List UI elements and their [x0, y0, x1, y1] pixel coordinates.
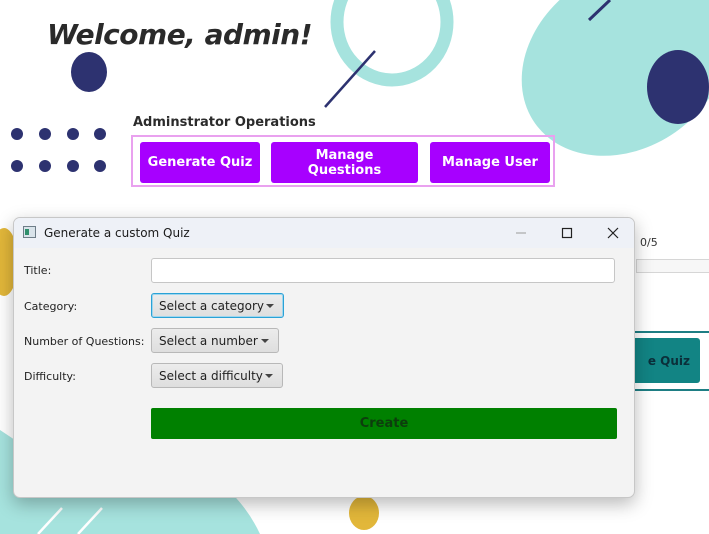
number-of-questions-label: Number of Questions: — [24, 335, 145, 348]
welcome-heading: Welcome, admin! — [47, 18, 312, 51]
difficulty-select[interactable]: Select a difficulty — [151, 363, 283, 388]
minimize-icon — [516, 232, 526, 234]
difficulty-select-value: Select a difficulty — [159, 368, 263, 383]
progress-count: 0/5 — [640, 236, 658, 249]
app-icon — [23, 226, 36, 238]
dot-grid — [11, 128, 106, 172]
maximize-button[interactable] — [544, 218, 590, 248]
dialog-titlebar[interactable]: Generate a custom Quiz — [14, 218, 634, 248]
dialog-title: Generate a custom Quiz — [44, 226, 190, 240]
minimize-button[interactable] — [498, 218, 544, 248]
category-select[interactable]: Select a category — [151, 293, 284, 318]
category-label: Category: — [24, 300, 78, 313]
progress-bar — [636, 259, 709, 273]
navy-circle-left — [71, 52, 107, 92]
create-button[interactable]: Create — [151, 408, 617, 439]
number-select-value: Select a number — [159, 333, 258, 348]
number-select[interactable]: Select a number — [151, 328, 279, 353]
navy-oval-right — [647, 50, 709, 124]
manage-user-button[interactable]: Manage User — [430, 142, 550, 183]
close-icon — [607, 227, 619, 239]
operations-label: Adminstrator Operations — [133, 115, 316, 130]
chevron-down-icon — [265, 374, 273, 378]
generate-quiz-button[interactable]: Generate Quiz — [140, 142, 260, 183]
chevron-down-icon — [261, 339, 269, 343]
generate-quiz-dialog: Generate a custom Quiz Title: Category: … — [13, 217, 635, 498]
mustard-circle-bottom — [349, 496, 379, 530]
title-label: Title: — [24, 264, 52, 277]
title-input[interactable] — [151, 258, 615, 283]
chevron-down-icon — [266, 304, 274, 308]
category-select-value: Select a category — [159, 298, 265, 313]
close-button[interactable] — [590, 218, 634, 248]
manage-questions-button[interactable]: Manage Questions — [271, 142, 418, 183]
teal-ring — [330, 0, 454, 87]
maximize-icon — [561, 227, 573, 239]
difficulty-label: Difficulty: — [24, 370, 76, 383]
